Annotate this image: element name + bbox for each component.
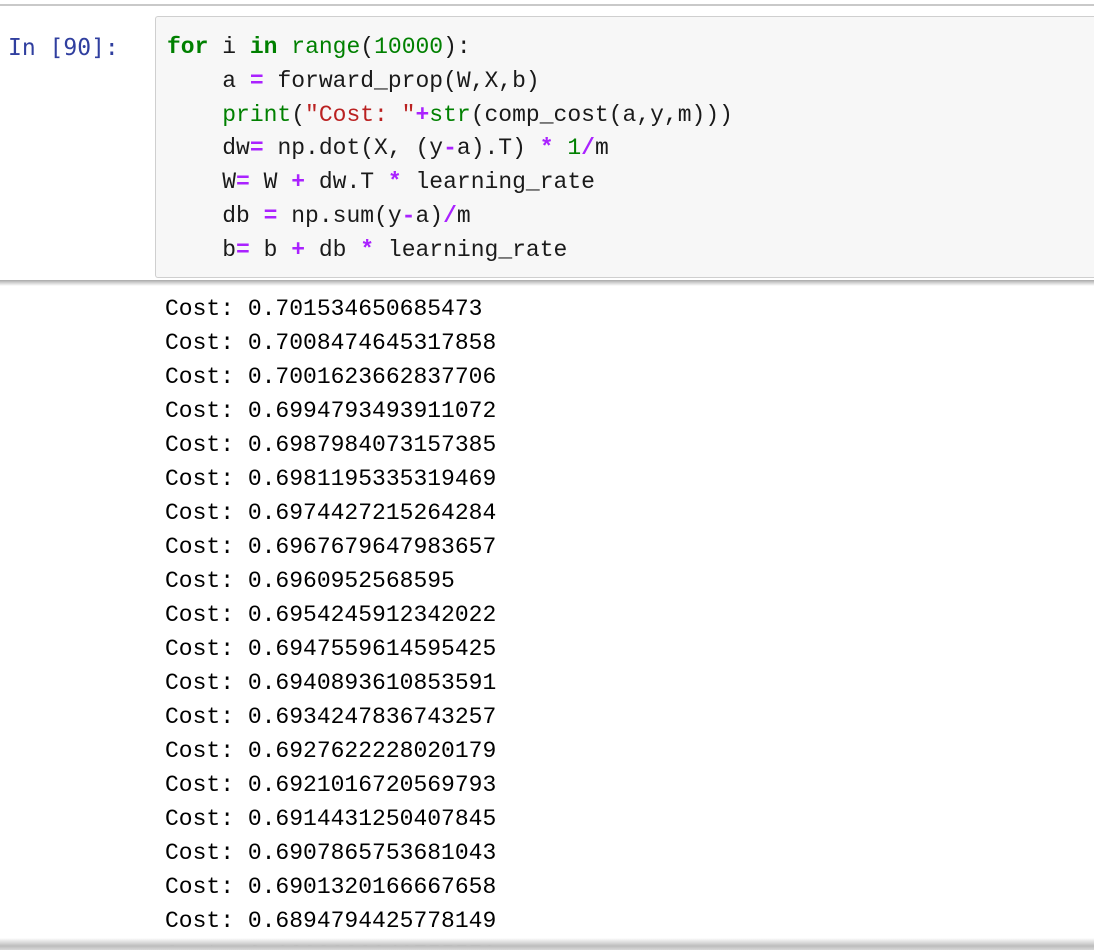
code-token: i (208, 34, 250, 60)
output-line: Cost: 0.6927622228020179 (165, 738, 497, 764)
code-token: "Cost: " (305, 101, 416, 128)
code-token: str (429, 101, 471, 128)
code-token: + (291, 169, 306, 196)
code-token: W (167, 169, 237, 196)
code-token: np.sum(y (277, 202, 402, 229)
code-line[interactable]: W= W + dw.T * learning_rate (167, 166, 733, 200)
cell-output: Cost: 0.701534650685473 Cost: 0.700847464… (165, 292, 496, 950)
output-line: Cost: 0.701534650685473 (165, 296, 483, 322)
output-line: Cost: 0.7008474645317858 (165, 330, 497, 356)
output-line: Cost: 0.7001623662837706 (165, 364, 497, 390)
code-token: = (236, 236, 250, 263)
code-token: in (249, 34, 278, 60)
code-line[interactable]: print("Cost: "+str(comp_cost(a,y,m))) (167, 99, 733, 133)
code-token: + (291, 236, 306, 263)
code-token: a).T) (456, 135, 540, 162)
output-line: Cost: 0.6934247836743257 (165, 704, 497, 730)
code-token: = (249, 67, 264, 94)
code-token: 1 (567, 135, 582, 162)
code-line[interactable]: db = np.sum(y-a)/m (167, 200, 733, 234)
code-line[interactable]: dw= np.dot(X, (y-a).T) * 1/m (167, 132, 733, 166)
code-token: = (249, 135, 264, 162)
output-line: Cost: 0.6960952568595 (165, 568, 455, 594)
code-token: * (387, 169, 402, 196)
code-token: dw (167, 135, 250, 162)
code-token: / (443, 202, 457, 229)
code-token: a (167, 67, 250, 94)
code-token: 10000 (374, 34, 444, 60)
code-token: b (249, 236, 292, 263)
code-token: - (443, 135, 457, 162)
output-line: Cost: 0.6907865753681043 (165, 840, 497, 866)
code-token: ): (443, 34, 471, 60)
output-line: Cost: 0.6940893610853591 (165, 670, 497, 696)
code-token: np.dot(X, (y (263, 135, 444, 162)
code-token: * (360, 236, 375, 263)
code-token: forward_prop(W,X,b) (263, 67, 540, 94)
code-token: db (305, 236, 361, 263)
code-line[interactable]: a = forward_prop(W,X,b) (167, 65, 733, 99)
code-token: (comp_cost(a,y,m))) (470, 101, 733, 128)
code-token: - (401, 202, 416, 229)
code-token: ( (360, 34, 375, 60)
code-token: range (291, 34, 361, 60)
output-line: Cost: 0.6974427215264284 (165, 500, 497, 526)
code-token: learning_rate (401, 169, 595, 196)
output-line: Cost: 0.6967679647983657 (165, 534, 497, 560)
code-token: db (167, 202, 264, 229)
code-token: = (236, 169, 250, 196)
output-line: Cost: 0.6894794425778149 (165, 908, 497, 934)
output-line: Cost: 0.6987984073157385 (165, 432, 497, 458)
output-line: Cost: 0.6901320166667658 (165, 874, 497, 900)
code-token: a) (415, 202, 444, 229)
code-token: dw.T (305, 169, 388, 196)
output-line: Cost: 0.6947559614595425 (165, 636, 497, 662)
code-token: = (263, 202, 278, 229)
code-token: W (249, 169, 292, 196)
code-editor[interactable]: for i in range(10000): a = forward_prop(… (167, 31, 733, 268)
output-divider (0, 280, 1094, 286)
output-line: Cost: 0.6914431250407845 (165, 806, 497, 832)
output-line: Cost: 0.6921016720569793 (165, 772, 497, 798)
code-line[interactable]: for i in range(10000): (167, 31, 733, 65)
code-token: ( (291, 101, 306, 128)
code-token: * (539, 135, 554, 162)
code-token: print (222, 101, 292, 128)
code-token: b (167, 236, 237, 263)
scroll-shadow (0, 938, 1094, 950)
input-prompt: In [90]: (8, 35, 119, 61)
code-token: m (594, 135, 609, 162)
code-line[interactable]: b= b + db * learning_rate (167, 234, 733, 268)
output-line: Cost: 0.6981195335319469 (165, 466, 497, 492)
output-line: Cost: 0.6994793493911072 (165, 398, 497, 424)
output-line: Cost: 0.6954245912342022 (165, 602, 497, 628)
code-token: for (167, 34, 209, 60)
code-token: learning_rate (374, 236, 568, 263)
code-token: / (581, 135, 595, 162)
cell-top-border (0, 4, 1094, 6)
code-token: + (415, 101, 430, 128)
code-token: m (456, 202, 471, 229)
